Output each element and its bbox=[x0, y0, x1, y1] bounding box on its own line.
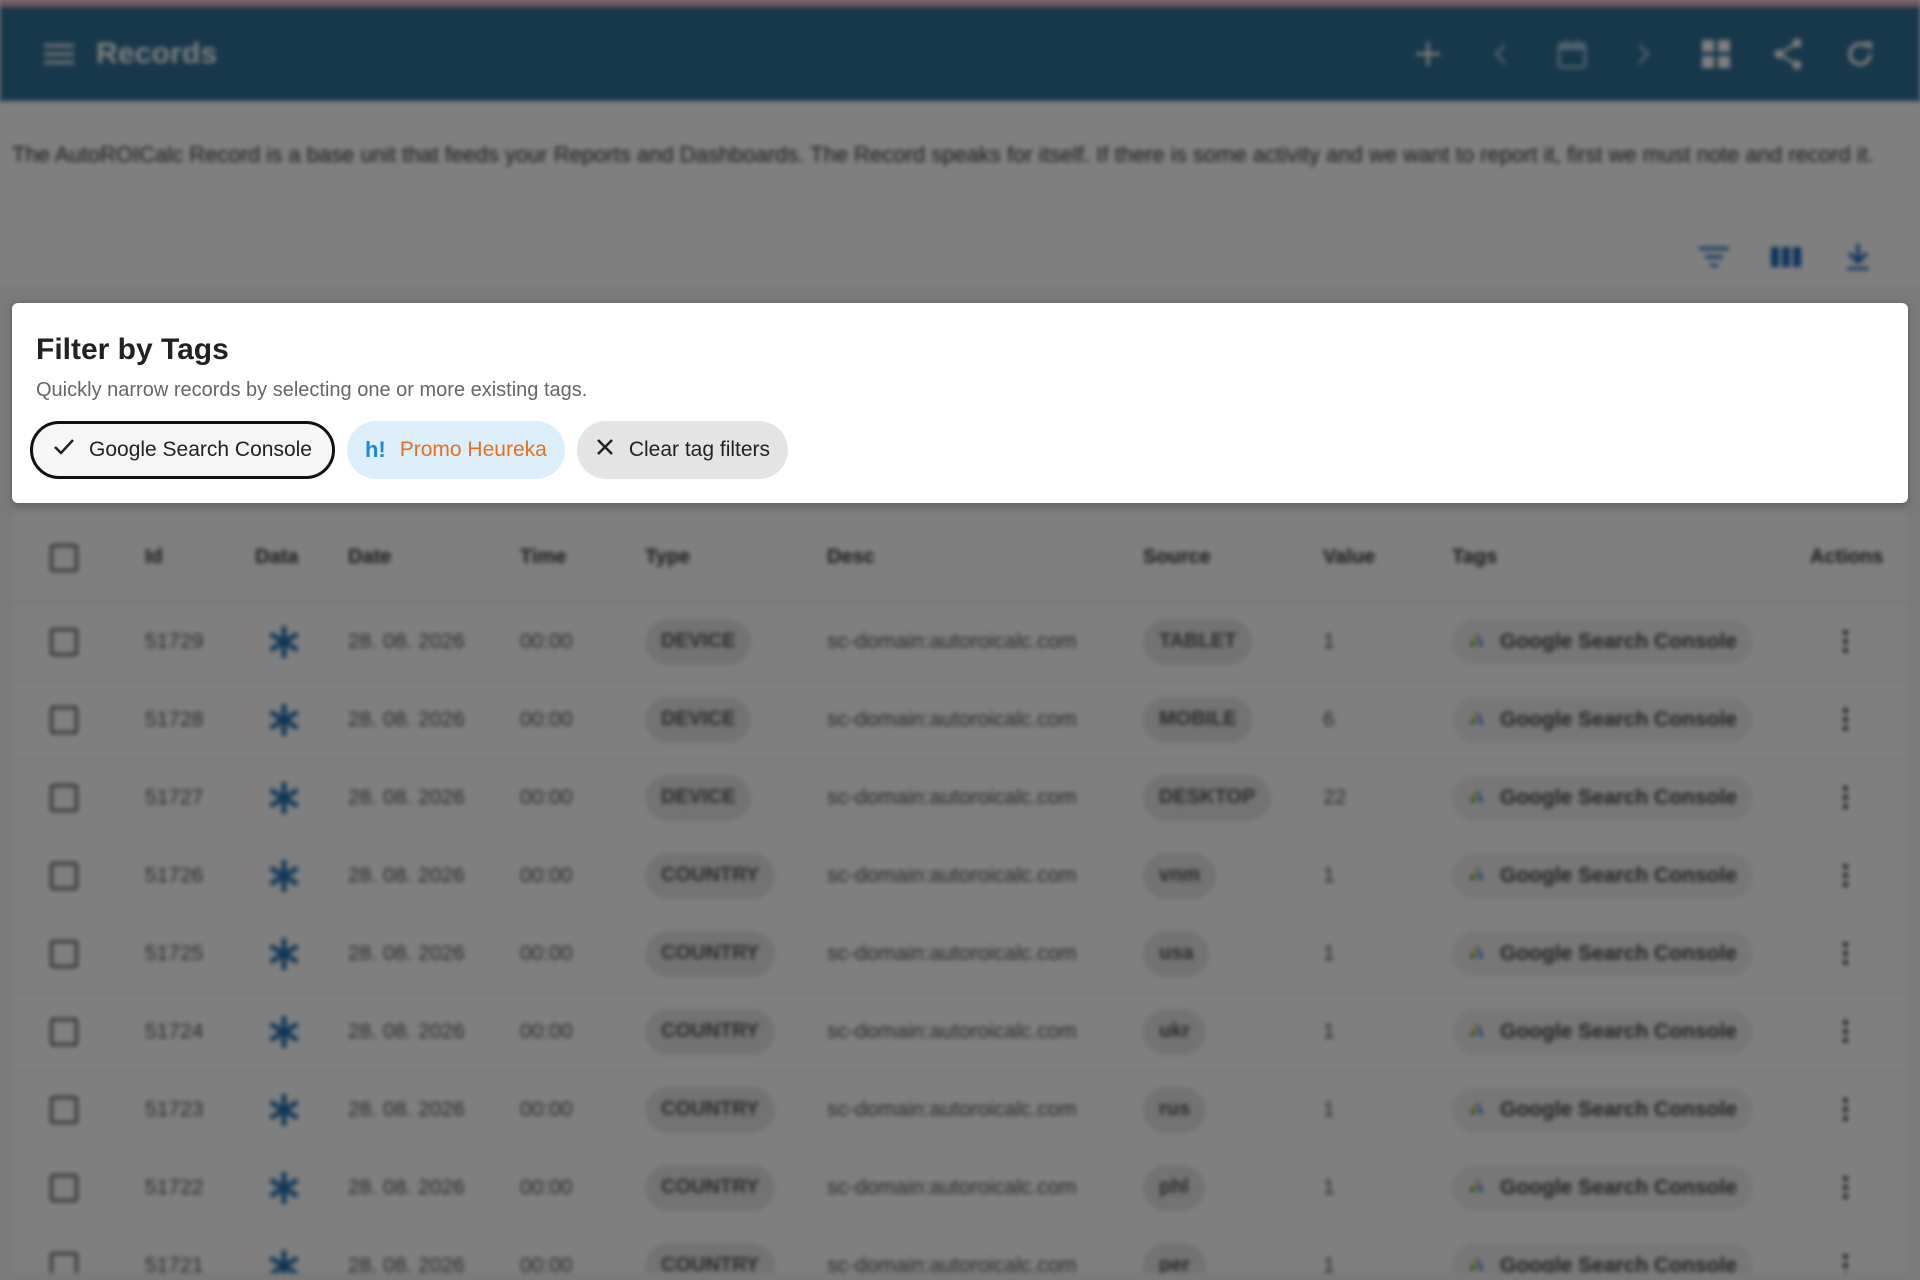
filter-panel-subtitle: Quickly narrow records by selecting one … bbox=[36, 379, 588, 401]
clear-tag-filters-label: Clear tag filters bbox=[628, 438, 771, 461]
heureka-logo-icon: h! bbox=[364, 437, 386, 462]
filter-chips: Google Search Console h! Promo Heureka C… bbox=[30, 421, 789, 479]
close-icon bbox=[595, 437, 615, 463]
check-icon bbox=[53, 438, 75, 462]
clear-tag-filters-button[interactable]: Clear tag filters bbox=[576, 421, 789, 479]
filter-panel-title: Filter by Tags bbox=[36, 333, 229, 366]
tag-chip-label: Promo Heureka bbox=[399, 438, 547, 461]
tag-chip-promo-heureka[interactable]: h! Promo Heureka bbox=[346, 421, 565, 479]
tag-chip-label: Google Search Console bbox=[89, 438, 312, 461]
tag-chip-google-search-console[interactable]: Google Search Console bbox=[30, 421, 335, 479]
filter-panel: Filter by Tags Quickly narrow records by… bbox=[12, 303, 1908, 503]
modal-backdrop[interactable] bbox=[0, 0, 1920, 1280]
